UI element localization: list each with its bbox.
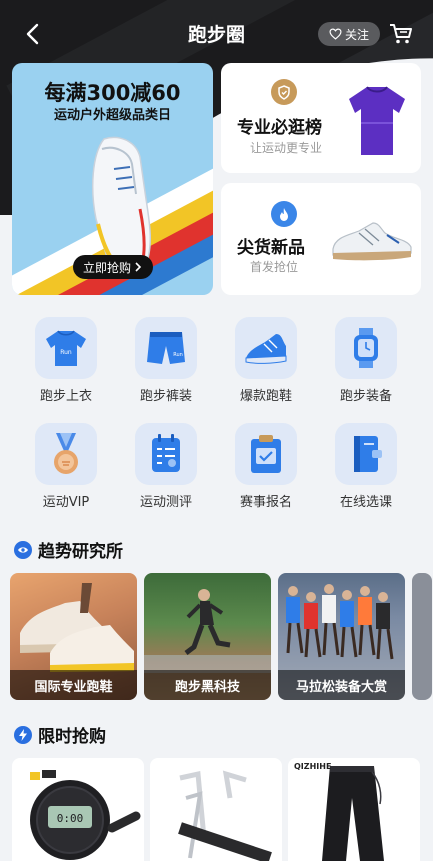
category-event-signup[interactable]: 赛事报名 [221,423,311,510]
category-label: 运动VIP [42,495,90,510]
cart-button[interactable] [388,20,416,48]
pants-image [322,766,384,861]
category-label: 爆款跑鞋 [239,389,292,404]
trend-cards: 国际专业跑鞋 跑步黑科技 马拉松装备大赏 [10,573,433,700]
sneaker-image [332,222,412,261]
trend-card-label: 国际专业跑鞋 [10,670,137,700]
follow-label: 关注 [344,27,369,42]
svg-text:Run: Run [173,352,183,358]
category-sports-review[interactable]: 运动测评 [121,423,211,510]
running-shoe-icon [235,317,297,379]
promo-card-title: 尖货新品 [237,238,305,258]
banner-subtitle: 运动户外超级品类日 [53,108,171,123]
category-running-pants[interactable]: Run 跑步裤装 [121,317,211,404]
buy-now-label: 立即抢购 [82,260,131,275]
top-bar: 跑步圈 关注 [0,14,433,54]
trend-card-partial[interactable] [412,573,432,700]
promo-card-title: 专业必逛榜 [237,118,322,138]
flash-section-title: 限时抢购 [14,722,106,747]
running-shirt-icon: Run [35,317,97,379]
category-label: 赛事报名 [239,495,292,510]
promo-card-subtitle: 首发抢位 [250,260,299,274]
runner-photo [144,589,271,673]
promo-card-subtitle: 让运动更专业 [250,141,323,155]
flash-product-card[interactable] [150,758,282,861]
category-label: 在线选课 [339,495,392,510]
category-label: 跑步裤装 [139,389,192,404]
category-hot-shoes[interactable]: 爆款跑鞋 [221,317,311,404]
flash-sale-products: 0:00 QIZHIHE [12,758,433,861]
svg-text:0:00: 0:00 [57,812,84,825]
promo-banner[interactable]: 每满300减60 运动户外超级品类日 立即抢购 [12,63,213,295]
buy-now-button[interactable]: 立即抢购 [73,255,153,279]
shield-badge-icon [271,79,297,105]
marathon-photo [286,584,394,660]
sneakers-photo [20,583,134,672]
promo-card-pro-list[interactable]: 专业必逛榜 让运动更专业 [221,63,421,173]
trend-section-title: 趋势研究所 [14,537,123,562]
category-sports-vip[interactable]: 运动VIP [21,423,111,510]
banner-title: 每满300减60 [44,81,181,105]
flash-product-card[interactable]: QIZHIHE [288,758,420,861]
cart-icon [390,24,412,44]
promo-card-new-arrivals[interactable]: 尖货新品 首发抢位 [221,183,421,295]
category-running-gear[interactable]: 跑步装备 [321,317,411,404]
trend-card-label: 跑步黑科技 [144,670,271,700]
heart-icon [329,28,342,40]
svg-text:Run: Run [60,349,72,356]
category-label: 跑步装备 [339,389,392,404]
trend-title-text: 趋势研究所 [38,542,123,562]
category-running-tops[interactable]: Run 跑步上衣 [21,317,111,404]
chevron-right-icon [135,262,142,272]
flash-title-text: 限时抢购 [38,727,106,747]
follow-button[interactable]: 关注 [318,22,380,46]
clipboard-icon [135,423,197,485]
jersey-image [349,86,405,155]
flash-product-card[interactable]: 0:00 [12,758,144,861]
trend-card[interactable]: 马拉松装备大赏 [278,573,405,700]
signup-board-icon [235,423,297,485]
stopwatch-image: 0:00 [30,770,141,860]
smartwatch-icon [335,317,397,379]
course-book-icon [335,423,397,485]
running-shorts-icon: Run [135,317,197,379]
category-label: 跑步上衣 [39,389,92,404]
flame-icon [271,201,297,227]
category-online-courses[interactable]: 在线选课 [321,423,411,510]
eye-icon [14,540,32,559]
trend-card-label: 马拉松装备大赏 [278,670,405,700]
treadmill-image [178,770,272,861]
lightning-icon [14,725,32,744]
medal-icon [35,423,97,485]
trend-card[interactable]: 跑步黑科技 [144,573,271,700]
category-label: 运动测评 [139,495,192,510]
brand-text: QIZHIHE [294,762,332,771]
trend-card[interactable]: 国际专业跑鞋 [10,573,137,700]
